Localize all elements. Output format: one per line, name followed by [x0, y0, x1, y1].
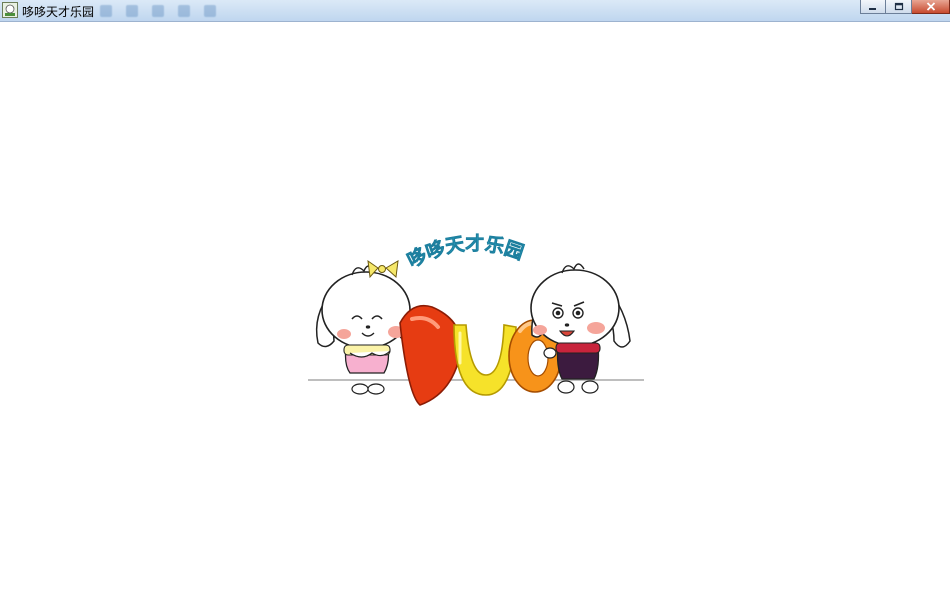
logo-letter-u: [453, 324, 517, 396]
bunny-girl: [315, 259, 414, 395]
duo-logo: 哆哆天才乐园: [308, 232, 644, 406]
maximize-button[interactable]: [886, 0, 912, 14]
app-window: 哆哆天才乐园 哆哆天才乐园: [0, 0, 950, 614]
app-icon: [2, 2, 18, 18]
title-bar[interactable]: 哆哆天才乐园: [0, 0, 950, 22]
logo-caption: 哆哆天才乐园: [403, 232, 526, 272]
close-icon: [926, 2, 935, 11]
window-title: 哆哆天才乐园: [22, 5, 95, 19]
minimize-icon: [869, 7, 876, 10]
splash-content: 哆哆天才乐园: [0, 23, 950, 614]
logo-letter-d: [399, 304, 462, 406]
background-taskbar-ghost: [100, 3, 216, 19]
close-button[interactable]: [912, 0, 950, 14]
minimize-button[interactable]: [860, 0, 886, 14]
maximize-icon: [894, 2, 903, 11]
window-controls: [860, 0, 950, 14]
